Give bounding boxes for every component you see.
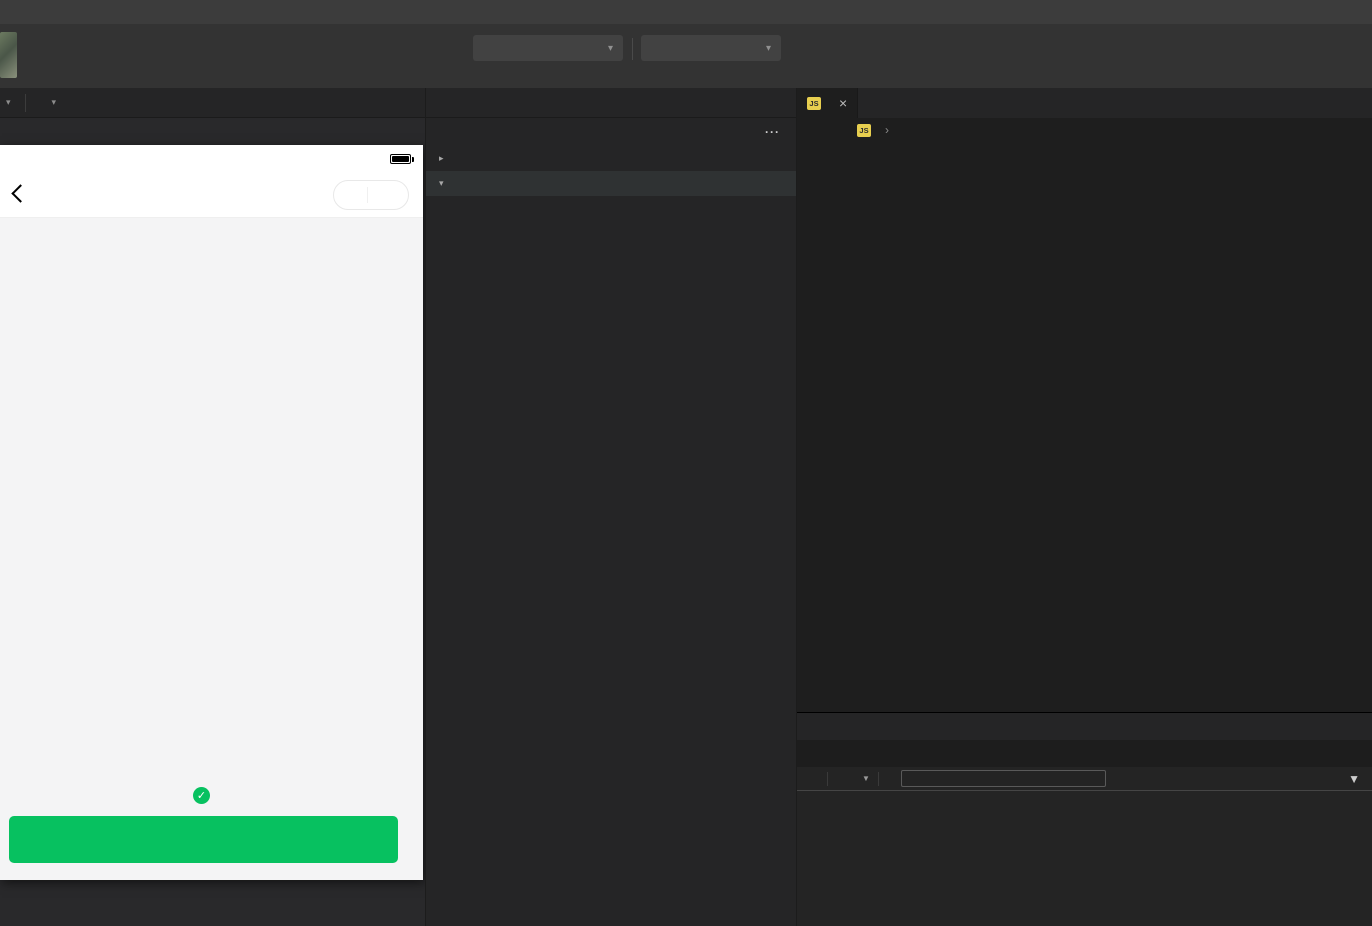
compile-type-dropdown[interactable]: ▾ bbox=[641, 35, 781, 61]
battery-indicator bbox=[386, 154, 411, 164]
phone-status-bar bbox=[0, 145, 423, 173]
more-actions-icon[interactable]: ··· bbox=[765, 125, 780, 139]
code-editor[interactable] bbox=[797, 142, 1372, 712]
phone-nav-bar bbox=[0, 173, 423, 218]
chevron-down-icon: ▼ bbox=[1348, 772, 1360, 786]
file-explorer-panel: ··· ▸ ▾ bbox=[425, 88, 797, 926]
tab-siteinfo-js[interactable]: JS × bbox=[797, 88, 858, 118]
battery-icon bbox=[390, 154, 411, 164]
user-avatar[interactable] bbox=[0, 32, 17, 78]
divider bbox=[25, 94, 26, 112]
js-file-icon: JS bbox=[857, 124, 871, 137]
simulator-toolbar: ▾ ▾ bbox=[0, 88, 425, 118]
editor-panel: JS × JS › bbox=[797, 88, 1372, 926]
hot-reload-toggle[interactable]: ▾ bbox=[48, 97, 57, 108]
register-submit-button[interactable] bbox=[9, 816, 398, 863]
log-levels-dropdown[interactable]: ▼ bbox=[1344, 772, 1372, 786]
console-filter-input[interactable] bbox=[901, 770, 1106, 787]
wechat-capsule[interactable] bbox=[333, 180, 409, 210]
section-frontend[interactable]: ▾ bbox=[426, 171, 796, 196]
editor-tab-bar: JS × bbox=[797, 88, 1372, 118]
registration-form-page: ✓ bbox=[0, 219, 423, 880]
devtools-tabs bbox=[797, 740, 1372, 767]
js-file-icon: JS bbox=[807, 97, 821, 110]
breadcrumb-file[interactable]: JS bbox=[857, 124, 876, 137]
simulator-panel: ▾ ▾ bbox=[0, 88, 425, 926]
activity-bar bbox=[426, 88, 796, 118]
explorer-header: ··· bbox=[426, 118, 796, 146]
toolbar-divider bbox=[632, 38, 633, 60]
section-open-editors[interactable]: ▸ bbox=[426, 146, 796, 171]
agreement-row: ✓ bbox=[0, 787, 423, 804]
divider bbox=[878, 772, 879, 786]
context-selector[interactable]: ▼ bbox=[836, 774, 870, 783]
compile-mode-dropdown[interactable]: ▾ bbox=[473, 35, 623, 61]
chevron-down-icon: ▾ bbox=[766, 43, 771, 54]
console-toolbar: ▼ ▼ bbox=[797, 767, 1372, 791]
chevron-right-icon: ▸ bbox=[439, 153, 449, 164]
chevron-down-icon: ▼ bbox=[862, 774, 870, 783]
wechat-devtools-window: ▾ ▾ ▾ ▾ bbox=[0, 0, 1372, 926]
chevron-down-icon: ▾ bbox=[52, 97, 57, 108]
divider bbox=[827, 772, 828, 786]
debugger-panel: ▼ ▼ bbox=[797, 712, 1372, 926]
chevron-down-icon: ▾ bbox=[439, 178, 449, 189]
console-messages bbox=[797, 791, 1372, 926]
titlebar bbox=[0, 0, 1372, 24]
breadcrumb-separator: › bbox=[885, 123, 889, 137]
device-selector[interactable]: ▾ bbox=[0, 97, 11, 108]
main-toolbar: ▾ ▾ bbox=[0, 24, 1372, 88]
debugger-tabs bbox=[797, 713, 1372, 740]
chevron-down-icon: ▾ bbox=[608, 43, 613, 54]
phone-screen: ✓ bbox=[0, 145, 423, 880]
breadcrumb: JS › bbox=[797, 118, 1372, 142]
chevron-down-icon: ▾ bbox=[6, 97, 11, 108]
main-area: ▾ ▾ bbox=[0, 88, 1372, 926]
close-icon[interactable]: × bbox=[839, 95, 847, 111]
agreement-checkbox[interactable]: ✓ bbox=[193, 787, 210, 804]
capsule-divider bbox=[367, 187, 368, 203]
back-chevron-icon[interactable] bbox=[11, 184, 29, 202]
